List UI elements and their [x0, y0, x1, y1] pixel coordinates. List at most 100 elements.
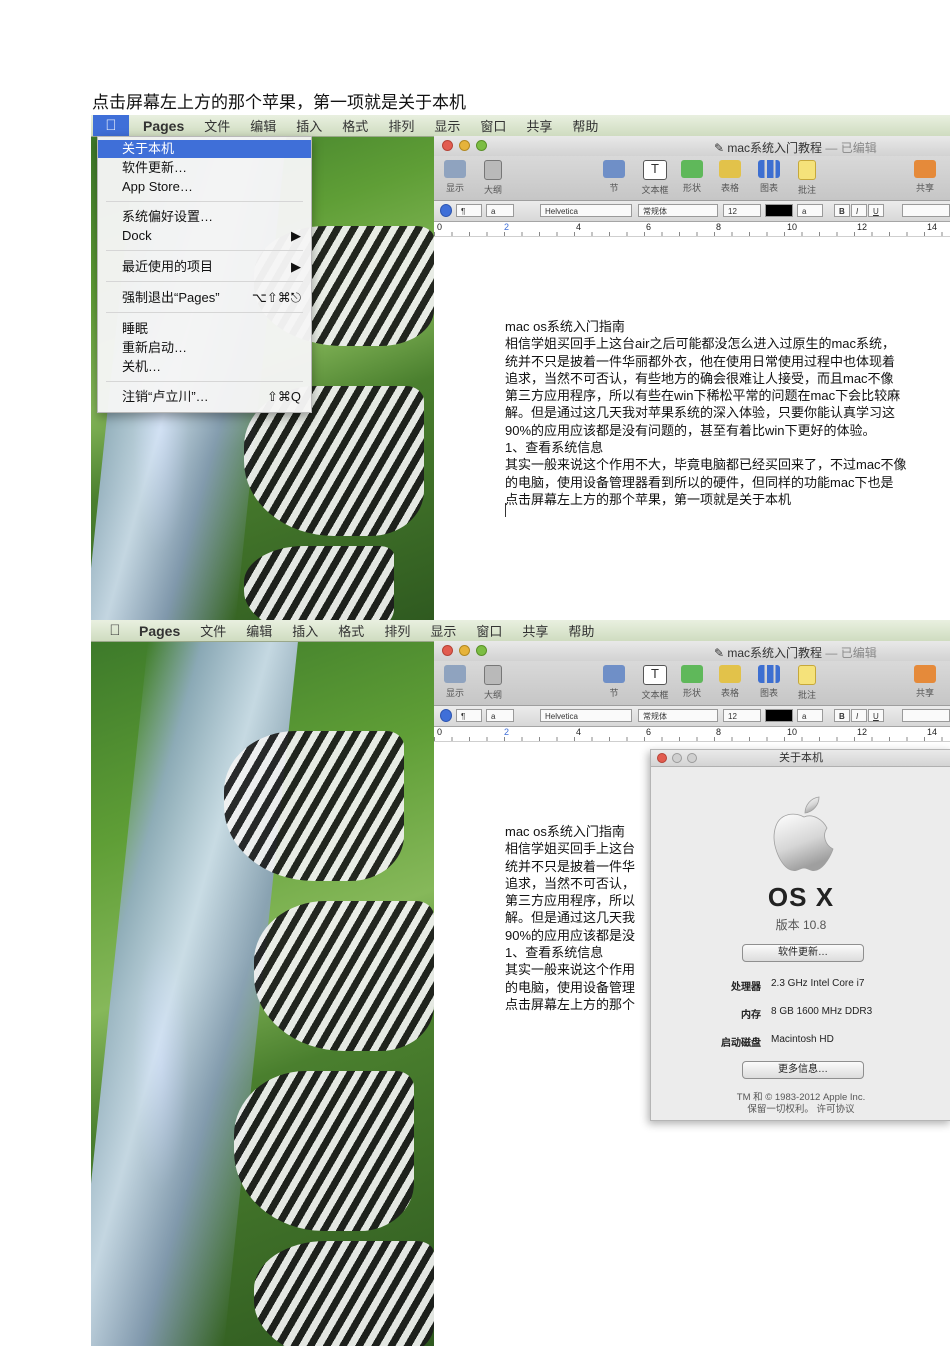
toolbar-chart-button[interactable]: 图表 [754, 665, 784, 699]
toolbar-share-button[interactable]: 共享 [910, 665, 940, 699]
menu-insert[interactable]: 插入 [292, 621, 318, 640]
bold-button[interactable]: B [834, 204, 850, 217]
document-body[interactable]: mac os系统入门指南 相信学姐买回手上这台air之后可能都没怎么进入过原生的… [505, 318, 907, 508]
toolbar-show-button[interactable]: 显示 [440, 665, 470, 699]
paragraph-style-select[interactable]: ¶ [456, 709, 482, 722]
toolbar-table-button[interactable]: 表格 [715, 665, 745, 699]
menu-item-app-store[interactable]: App Store… [98, 178, 311, 196]
toolbar-table-button[interactable]: 表格 [715, 160, 745, 194]
text-color-swatch[interactable] [765, 709, 793, 722]
menu-share[interactable]: 共享 [522, 621, 548, 640]
italic-button[interactable]: I [851, 204, 867, 217]
menu-arrange[interactable]: 排列 [388, 116, 414, 135]
more-info-button[interactable]: 更多信息… [742, 1061, 864, 1079]
table-icon [719, 160, 741, 178]
alignment-buttons[interactable] [902, 709, 950, 722]
menu-item-about[interactable]: 关于本机 [98, 140, 311, 158]
character-style-select[interactable]: a [486, 204, 514, 217]
software-update-button[interactable]: 软件更新… [742, 944, 864, 962]
menu-item-recent-items[interactable]: 最近使用的项目 ▶ [98, 258, 311, 276]
document-body[interactable]: mac os系统入门指南 相信学姐买回手上这台 统并不只是披着一件华 追求，当然… [505, 823, 635, 1013]
toolbar-section-button[interactable]: 节 [599, 665, 629, 699]
toolbar-shapes-button[interactable]: 形状 [677, 160, 707, 194]
menu-window[interactable]: 窗口 [476, 621, 502, 640]
font-size-select[interactable]: 12 [723, 204, 761, 217]
toolbar-outline-button[interactable]: 大纲 [478, 665, 508, 701]
menu-item-dock[interactable]: Dock ▶ [98, 227, 311, 245]
menu-window[interactable]: 窗口 [480, 116, 506, 135]
shapes-icon [681, 665, 703, 683]
toolbar-show-button[interactable]: 显示 [440, 160, 470, 194]
toolbar-section-button[interactable]: 节 [599, 160, 629, 194]
menu-format[interactable]: 格式 [338, 621, 364, 640]
menu-item-system-preferences[interactable]: 系统偏好设置… [98, 208, 311, 226]
underline-button[interactable]: U [868, 204, 884, 217]
close-icon[interactable] [657, 753, 667, 763]
toolbar-textbox-button[interactable]: T 文本框 [640, 160, 670, 196]
menu-item-force-quit[interactable]: 强制退出“Pages” ⌥⇧⌘⎋ [98, 289, 311, 307]
close-icon[interactable] [442, 645, 453, 656]
font-style-select[interactable]: 常规体 [638, 204, 718, 217]
menu-bar:  Pages 文件 编辑 插入 格式 排列 显示 窗口 共享 帮助 [91, 115, 950, 137]
underline-button[interactable]: U [868, 709, 884, 722]
menu-format[interactable]: 格式 [342, 116, 368, 135]
rights-text[interactable]: 保留一切权利。 许可协议 [651, 1104, 950, 1116]
menu-help[interactable]: 帮助 [568, 621, 594, 640]
bold-button[interactable]: B [834, 709, 850, 722]
zoom-icon[interactable] [476, 645, 487, 656]
toolbar-comment-button[interactable]: 批注 [792, 160, 822, 196]
toolbar-comment-button[interactable]: 批注 [792, 665, 822, 701]
toolbar-chart-button[interactable]: 图表 [754, 160, 784, 194]
styles-drawer-icon[interactable] [440, 204, 452, 217]
font-size-select[interactable]: 12 [723, 709, 761, 722]
alignment-buttons[interactable] [902, 204, 950, 217]
menu-item-logout[interactable]: 注销“卢立川”… ⇧⌘Q [98, 388, 311, 406]
ruler[interactable]: 0 2 4 6 8 10 12 14 [434, 222, 950, 237]
character-style-select[interactable]: a [486, 709, 514, 722]
menu-file[interactable]: 文件 [204, 116, 230, 135]
menu-help[interactable]: 帮助 [572, 116, 598, 135]
doc-line: 统并不只是披着一件华 [505, 858, 636, 874]
minimize-icon[interactable] [459, 140, 470, 151]
zoom-icon[interactable] [476, 140, 487, 151]
close-icon[interactable] [442, 140, 453, 151]
highlight-select[interactable]: a [797, 204, 823, 217]
text-color-swatch[interactable] [765, 204, 793, 217]
font-family-select[interactable]: Helvetica [540, 204, 632, 217]
font-style-select[interactable]: 常规体 [638, 709, 718, 722]
apple-logo-icon [773, 796, 834, 871]
ruler[interactable]: 0 2 4 6 8 10 12 14 [434, 727, 950, 742]
menu-file[interactable]: 文件 [200, 621, 226, 640]
menu-view[interactable]: 显示 [434, 116, 460, 135]
menu-edit[interactable]: 编辑 [250, 116, 276, 135]
menu-item-software-update[interactable]: 软件更新… [98, 159, 311, 177]
menu-app-name[interactable]: Pages [139, 623, 180, 639]
styles-drawer-icon[interactable] [440, 709, 452, 722]
menu-edit[interactable]: 编辑 [246, 621, 272, 640]
toolbar-share-button[interactable]: 共享 [910, 160, 940, 194]
doc-line: 解。但是通过这几天我对苹果系统的深入体验，只要你能认真学习这 [505, 405, 896, 421]
doc-line: 追求，当然不可否认， [505, 875, 636, 891]
toolbar-outline-button[interactable]: 大纲 [478, 160, 508, 196]
menu-insert[interactable]: 插入 [296, 116, 322, 135]
highlight-select[interactable]: a [797, 709, 823, 722]
menu-item-sleep[interactable]: 睡眠 [98, 320, 311, 338]
menu-view[interactable]: 显示 [430, 621, 456, 640]
toolbar-textbox-button[interactable]: T 文本框 [640, 665, 670, 701]
menu-item-shutdown[interactable]: 关机… [98, 358, 311, 376]
toolbar-shapes-button[interactable]: 形状 [677, 665, 707, 699]
minimize-icon[interactable] [459, 645, 470, 656]
menu-arrange[interactable]: 排列 [384, 621, 410, 640]
menu-share[interactable]: 共享 [526, 116, 552, 135]
italic-button[interactable]: I [851, 709, 867, 722]
menu-item-restart[interactable]: 重新启动… [98, 339, 311, 357]
paragraph-style-select[interactable]: ¶ [456, 204, 482, 217]
doc-line: 其实一般来说这个作用不大，毕竟电脑都已经买回来了，不过mac不像 [505, 457, 907, 473]
menu-app-name[interactable]: Pages [143, 118, 184, 134]
apple-menu-icon[interactable]:  [105, 620, 125, 641]
font-family-select[interactable]: Helvetica [540, 709, 632, 722]
pages-window: ✎ mac系统入门教程 — 已编辑 显示 大纲 节 T 文本框 形状 表格 图表 … [434, 136, 950, 620]
apple-menu-icon[interactable]:  [93, 115, 129, 136]
shortcut-force-quit: ⌥⇧⌘⎋ [251, 290, 301, 305]
doc-line: 1、查看系统信息 [505, 440, 604, 456]
